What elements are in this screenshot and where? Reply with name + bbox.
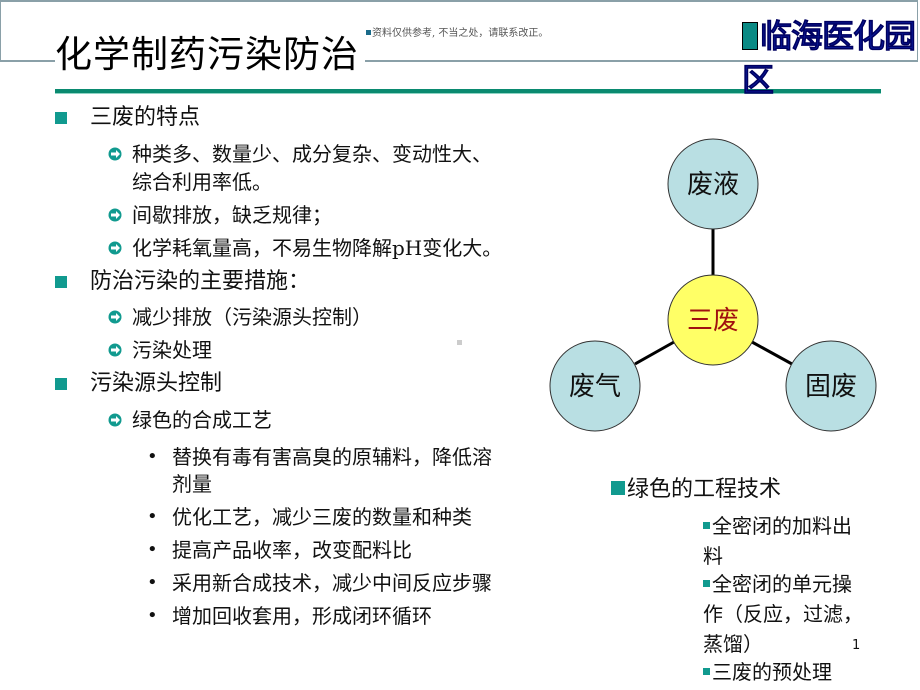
sub-list-item: • 优化工艺，减少三废的数量和种类 [147, 502, 472, 532]
small-square-bullet-icon [703, 668, 710, 675]
sub-list-item: • 增加回收套用，形成闭环循环 [147, 601, 432, 631]
list-item: 减少排放（污染源头控制） [108, 302, 372, 332]
sub-list-item-text: 优化工艺，减少三废的数量和种类 [172, 505, 472, 529]
arrow-bullet-icon [108, 147, 122, 161]
list-item: 化学耗氧量高，不易生物降解pH变化大。 [108, 233, 503, 263]
arrow-bullet-icon [108, 241, 122, 255]
list-item: 污染处理 [108, 335, 212, 365]
section-heading: 污染源头控制 [55, 369, 223, 399]
list-item: 种类多、数量少、成分复杂、变动性大、 [108, 139, 492, 169]
sub-list-item-text: 替换有毒有害高臭的原辅料，降低溶 [172, 445, 492, 469]
line: 全密闭的加料出 [712, 514, 852, 538]
sub-list-item: • 采用新合成技术，减少中间反应步骤 [147, 568, 492, 598]
sub-list-item-continuation: 剂量 [172, 472, 212, 496]
watermark-note: 资料仅供参考, 不当之处，请联系改正。 [366, 24, 548, 39]
dot-bullet-icon: • [147, 506, 158, 527]
placeholder-marker [457, 340, 462, 345]
list-item-text: 减少排放（污染源头控制） [132, 305, 372, 329]
watermark-square-icon [366, 30, 371, 35]
line: 三废的预处理 [712, 660, 832, 684]
right-heading-text: 绿色的工程技术 [627, 477, 782, 502]
right-list-item: 全密闭的加料出料 [703, 511, 883, 571]
sub-list-item-text: 增加回收套用，形成闭环循环 [172, 604, 432, 628]
square-bullet-icon [55, 378, 67, 390]
line: 蒸馏） [703, 632, 763, 656]
connector-left [634, 340, 675, 366]
list-item-continuation: 综合利用率低。 [132, 170, 272, 194]
slide-title: 化学制药污染防治 [55, 30, 365, 80]
list-item-text: 间歇排放，缺乏规律； [132, 203, 332, 227]
node-label: 固废 [805, 372, 857, 402]
sub-list-item-text: 提高产品收率，改变配料比 [172, 538, 412, 562]
brand-logo: 临海医化园区 [742, 14, 920, 102]
page-number: 1 [852, 638, 861, 653]
small-square-bullet-icon [703, 522, 710, 529]
node-label: 废液 [687, 170, 739, 200]
center-label: 三废 [687, 306, 739, 336]
connector-right [751, 340, 793, 366]
node-label: 废气 [569, 372, 621, 402]
three-wastes-diagram: 废液 废气 固废 三废 [549, 138, 877, 432]
sub-list-item-text: 采用新合成技术，减少中间反应步骤 [172, 571, 492, 595]
section-heading: 三废的特点 [55, 103, 201, 133]
dot-bullet-icon: • [147, 539, 158, 560]
line: 料 [703, 544, 723, 568]
sub-list-item: • 替换有毒有害高臭的原辅料，降低溶 [147, 442, 492, 472]
arrow-bullet-icon [108, 208, 122, 222]
brand-text: 临海医化园区 [742, 17, 917, 100]
small-square-bullet-icon [703, 580, 710, 587]
section-heading-text: 防治污染的主要措施： [90, 269, 311, 294]
arrow-bullet-icon [108, 343, 122, 357]
right-list-item: 三废的预处理 [703, 657, 883, 687]
arrow-bullet-icon [108, 413, 122, 427]
brand-square-icon [742, 22, 758, 50]
sub-list-item: • 提高产品收率，改变配料比 [147, 535, 412, 565]
square-bullet-icon [611, 481, 625, 495]
watermark-text: 资料仅供参考, 不当之处，请联系改正。 [372, 28, 549, 39]
list-item-text: 绿色的合成工艺 [132, 408, 272, 432]
line: 全密闭的单元操 [712, 572, 852, 596]
right-heading: 绿色的工程技术 [611, 475, 781, 505]
arrow-bullet-icon [108, 310, 122, 324]
section-heading-text: 污染源头控制 [90, 371, 223, 396]
dot-bullet-icon: • [147, 572, 158, 593]
list-item: 间歇排放，缺乏规律； [108, 200, 332, 230]
line: 作（反应，过滤， [703, 602, 863, 626]
section-heading-text: 三废的特点 [90, 105, 201, 130]
square-bullet-icon [55, 276, 67, 288]
list-item-text: 污染处理 [132, 338, 212, 362]
list-item-text: 种类多、数量少、成分复杂、变动性大、 [132, 142, 492, 166]
dot-bullet-icon: • [147, 446, 158, 467]
list-item-text: 化学耗氧量高，不易生物降解pH变化大。 [132, 236, 503, 260]
section-heading: 防治污染的主要措施： [55, 267, 311, 297]
list-item: 绿色的合成工艺 [108, 405, 272, 435]
square-bullet-icon [55, 112, 67, 124]
dot-bullet-icon: • [147, 605, 158, 626]
